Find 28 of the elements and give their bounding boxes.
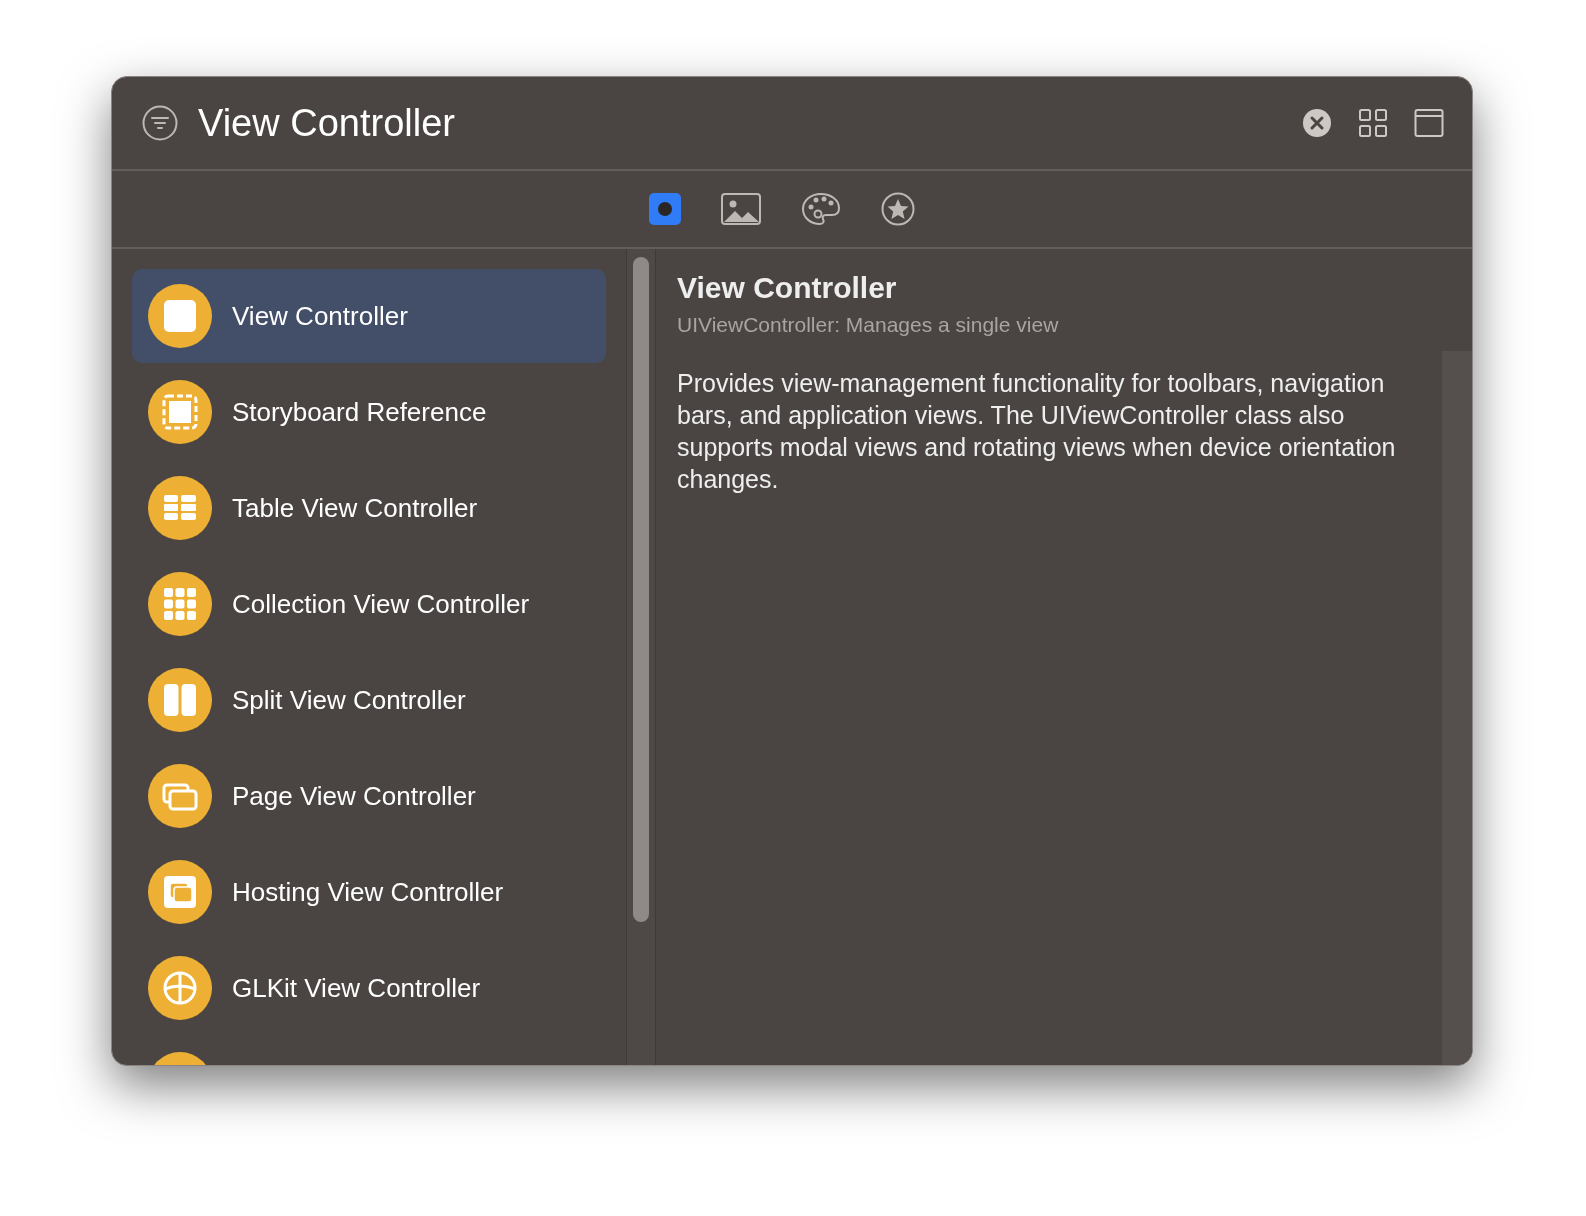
filter-icon[interactable]: [142, 105, 178, 141]
library-item[interactable]: Table View Controller: [132, 461, 606, 555]
detail-subtitle: UIViewController: Manages a single view: [677, 313, 1060, 337]
palette-tab[interactable]: [801, 192, 841, 226]
library-item[interactable]: GLKit View Controller: [132, 941, 606, 1035]
image-tab[interactable]: [721, 193, 761, 225]
hosting-icon: [148, 860, 212, 924]
pages-icon: [148, 764, 212, 828]
window-title: View Controller: [198, 101, 455, 145]
library-item[interactable]: Page View Controller: [132, 749, 606, 843]
grid-view-icon[interactable]: [1358, 108, 1388, 138]
grid-icon: [148, 572, 212, 636]
star-tab[interactable]: [881, 192, 915, 226]
object-tab[interactable]: [649, 193, 681, 225]
library-item[interactable]: View Controller: [132, 269, 606, 363]
split-icon: [148, 668, 212, 732]
detail-description: Provides view-management functionality for toolbars, navigation bars, and application views. The UIViewController class also supports modal views and rotating views when device orientation changes.: [677, 368, 1397, 495]
library-item[interactable]: Split View Controller: [132, 653, 606, 747]
library-item[interactable]: Collection View Controller: [132, 557, 606, 651]
library-item[interactable]: Hosting View Controller: [132, 845, 606, 939]
scrollbar-thumb[interactable]: [633, 257, 649, 922]
globe-icon: [148, 956, 212, 1020]
window-icon[interactable]: [1414, 108, 1444, 138]
close-icon[interactable]: [1302, 108, 1332, 138]
table-icon: [148, 476, 212, 540]
dashed-icon: [148, 380, 212, 444]
detail-title: View Controller: [677, 271, 898, 305]
library-item[interactable]: Storyboard Reference: [132, 365, 606, 459]
